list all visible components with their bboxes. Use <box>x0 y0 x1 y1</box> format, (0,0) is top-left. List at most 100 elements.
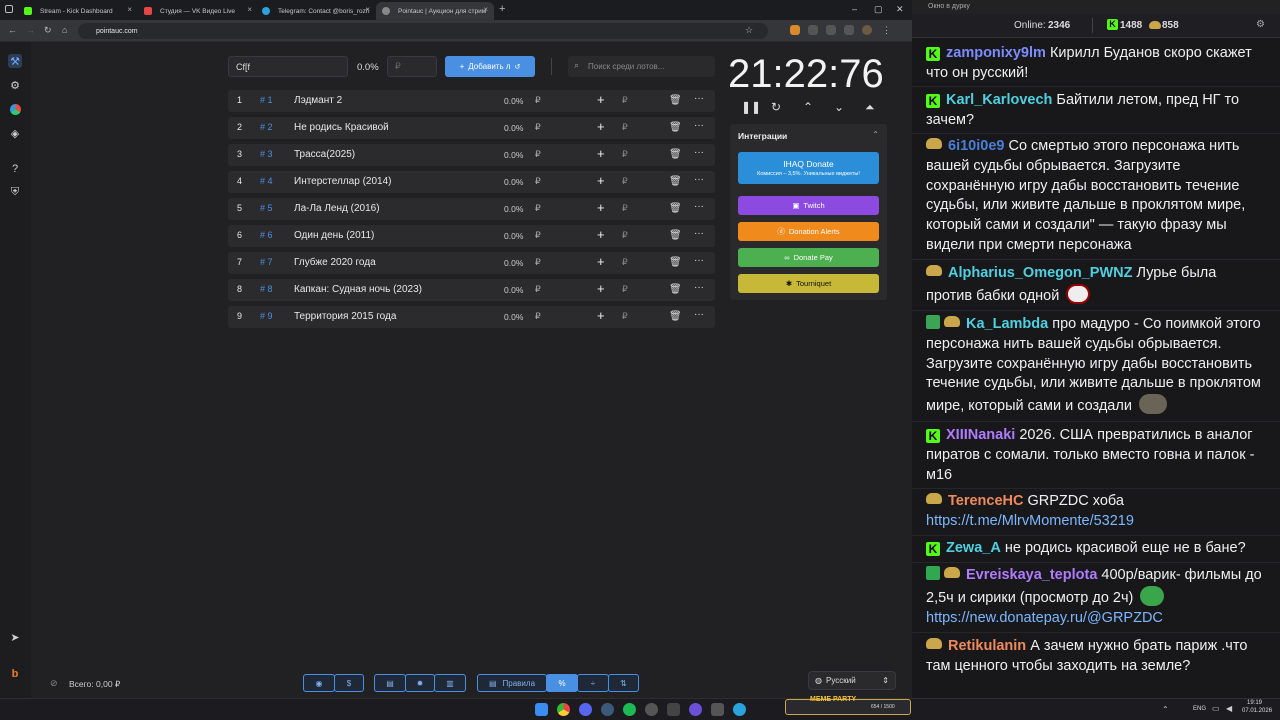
pause-icon[interactable]: ❚❚ <box>741 100 761 114</box>
lot-name[interactable]: Глубже 2020 года <box>294 257 376 268</box>
more-icon[interactable]: ··· <box>694 309 704 320</box>
ihaq-donate-button[interactable]: IHAQ Donate Комиссия – 3,5%. Уникальные … <box>738 152 879 184</box>
rules-button[interactable]: ▤ Правила <box>477 674 547 692</box>
close-tab-icon[interactable]: × <box>127 5 132 14</box>
lot-amount-input[interactable]: ₽ <box>622 257 628 268</box>
chrome-icon[interactable] <box>557 703 570 716</box>
extension-icon[interactable] <box>790 25 800 35</box>
add-amount-icon[interactable]: + <box>597 200 605 215</box>
lot-row[interactable]: 4 # 4 Интерстеллар (2014) 0.0% ₽ + ₽ 🗑 ··· <box>228 171 715 193</box>
lot-name[interactable]: Не родись Красивой <box>294 122 389 133</box>
lot-id[interactable]: # 4 <box>260 176 273 186</box>
lot-id[interactable]: # 3 <box>260 149 273 159</box>
chat-username[interactable]: Alpharius_Omegon_PWNZ <box>948 265 1133 281</box>
lot-amount-input[interactable]: ₽ <box>622 284 628 295</box>
tray-chevron-icon[interactable]: ⌃ <box>1162 705 1169 714</box>
delete-icon[interactable]: 🗑 <box>669 311 682 322</box>
add-amount-icon[interactable]: + <box>597 281 605 296</box>
spotify-icon[interactable] <box>623 703 636 716</box>
lot-row[interactable]: 3 # 3 Трасса(2025) 0.0% ₽ + ₽ 🗑 ··· <box>228 144 715 166</box>
double-up-icon[interactable]: ⏶ <box>865 100 875 115</box>
add-amount-icon[interactable]: + <box>597 308 605 323</box>
media-player-icon[interactable] <box>689 703 702 716</box>
add-amount-icon[interactable]: + <box>597 119 605 134</box>
lot-id[interactable]: # 9 <box>260 311 273 321</box>
add-amount-icon[interactable]: + <box>597 254 605 269</box>
more-icon[interactable]: ··· <box>694 282 704 293</box>
decrease-time-icon[interactable]: ⌄ <box>834 100 844 114</box>
language-select[interactable]: ◍ Русский ⇕ <box>808 671 896 690</box>
lot-name[interactable]: Один день (2011) <box>294 230 374 241</box>
add-amount-icon[interactable]: + <box>597 227 605 242</box>
url-field[interactable]: pointauc.com <box>78 23 768 39</box>
lot-amount-input[interactable]: ₽ <box>622 230 628 241</box>
more-icon[interactable]: ··· <box>694 228 704 239</box>
more-icon[interactable]: ··· <box>694 201 704 212</box>
forward-icon[interactable]: → <box>26 25 35 35</box>
add-lot-button[interactable]: + Добавить л ↺ <box>445 56 535 77</box>
volume-icon[interactable]: ◀ <box>1226 704 1232 713</box>
boosty-icon[interactable]: b <box>8 667 22 681</box>
lot-row[interactable]: 6 # 6 Один день (2011) 0.0% ₽ + ₽ 🗑 ··· <box>228 225 715 247</box>
lot-name-input[interactable]: Cf[f <box>228 56 348 77</box>
history-button[interactable]: ▥ <box>434 674 466 692</box>
lot-row[interactable]: 1 # 1 Лэдмант 2 0.0% ₽ + ₽ 🗑 ··· <box>228 90 715 112</box>
lot-id[interactable]: # 8 <box>260 284 273 294</box>
add-amount-icon[interactable]: + <box>597 146 605 161</box>
github-button[interactable]: ◉ <box>303 674 335 692</box>
more-icon[interactable]: ··· <box>694 120 704 131</box>
more-icon[interactable]: ··· <box>694 147 704 158</box>
lot-amount-input[interactable]: ₽ <box>622 95 628 106</box>
amount-input[interactable]: ₽ <box>387 56 437 77</box>
lot-amount-input[interactable]: ₽ <box>622 176 628 187</box>
percent-button[interactable]: % <box>546 674 578 692</box>
layers-icon[interactable]: ◈ <box>8 126 22 140</box>
downloads-icon[interactable] <box>844 25 854 35</box>
delete-icon[interactable]: 🗑 <box>669 230 682 241</box>
maximize-icon[interactable]: ▢ <box>874 4 883 15</box>
chat-link[interactable]: https://new.donatepay.ru/@GRPZDC <box>926 610 1163 626</box>
reset-icon[interactable]: ↻ <box>771 100 781 114</box>
tab-kick[interactable]: Stream - Kick Dashboard × <box>18 2 138 20</box>
tab-vk[interactable]: Студия — VK Видео Live × <box>138 2 258 20</box>
lot-row[interactable]: 7 # 7 Глубже 2020 года 0.0% ₽ + ₽ 🗑 ··· <box>228 252 715 274</box>
lot-name[interactable]: Ла-Ла Ленд (2016) <box>294 203 380 214</box>
tab-telegram[interactable]: Telegram: Contact @boris_rozh × <box>256 2 376 20</box>
lot-name[interactable]: Территория 2015 года <box>294 311 396 322</box>
lot-name[interactable]: Лэдмант 2 <box>294 95 342 106</box>
close-window-icon[interactable]: ✕ <box>896 4 904 15</box>
extensions-puzzle-icon[interactable] <box>826 25 836 35</box>
tourniquet-button[interactable]: ✱ Tourniquet <box>738 274 879 293</box>
new-tab-icon[interactable]: + <box>499 3 505 15</box>
extension-icon[interactable] <box>808 25 818 35</box>
lot-name[interactable]: Капкан: Судная ночь (2023) <box>294 284 422 295</box>
reload-icon[interactable]: ↻ <box>44 25 52 36</box>
telegram-icon[interactable] <box>733 703 746 716</box>
lot-row[interactable]: 8 # 8 Капкан: Судная ночь (2023) 0.0% ₽ + ₽ 🗑 ··… <box>228 279 715 301</box>
save-button[interactable]: ▤ <box>374 674 406 692</box>
lot-id[interactable]: # 6 <box>260 230 273 240</box>
language-indicator[interactable]: ENG <box>1193 706 1206 712</box>
lot-id[interactable]: # 5 <box>260 203 273 213</box>
chat-username[interactable]: XIIINanaki <box>946 427 1015 443</box>
bookmark-star-icon[interactable]: ☆ <box>745 25 753 36</box>
bug-report-button[interactable]: ✹ <box>405 674 435 692</box>
lot-amount-input[interactable]: ₽ <box>622 122 628 133</box>
steam-icon[interactable] <box>601 703 614 716</box>
more-icon[interactable]: ··· <box>694 255 704 266</box>
clock-time[interactable]: 19:19 <box>1247 700 1262 706</box>
delete-icon[interactable]: 🗑 <box>669 257 682 268</box>
app-icon[interactable] <box>667 703 680 716</box>
more-icon[interactable]: ··· <box>694 174 704 185</box>
chat-username[interactable]: 6i10i0e9 <box>948 138 1004 154</box>
lot-row[interactable]: 9 # 9 Территория 2015 года 0.0% ₽ + ₽ 🗑 ··· <box>228 306 715 328</box>
auction-icon[interactable]: ⚒ <box>8 54 22 68</box>
donation-alerts-button[interactable]: ⓓ Donation Alerts <box>738 222 879 241</box>
chat-username[interactable]: Karl_Karlovech <box>946 92 1052 108</box>
delete-icon[interactable]: 🗑 <box>669 149 682 160</box>
close-tab-icon[interactable]: × <box>247 5 252 14</box>
settings-icon[interactable]: ⚙ <box>1256 19 1265 30</box>
lot-amount-input[interactable]: ₽ <box>622 311 628 322</box>
twitch-button[interactable]: ▣ Twitch <box>738 196 879 215</box>
obs-icon[interactable] <box>645 703 658 716</box>
